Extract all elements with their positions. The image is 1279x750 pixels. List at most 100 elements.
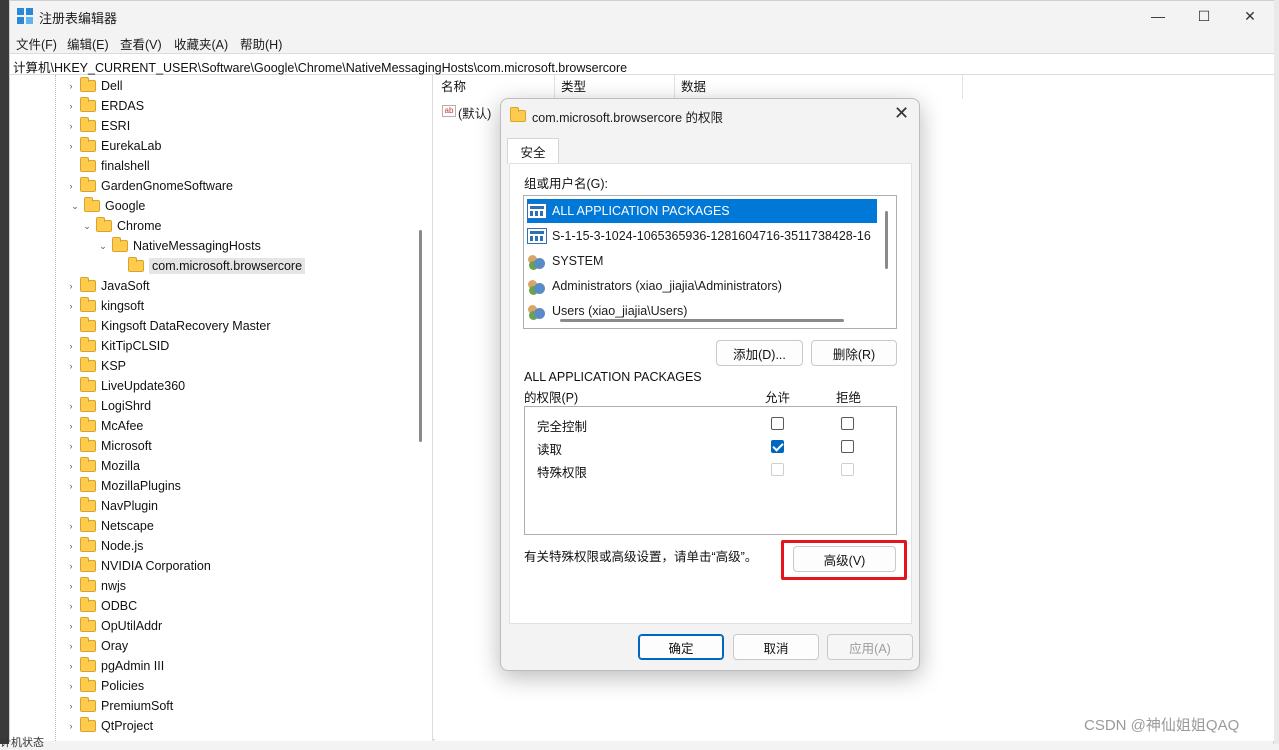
tree-node[interactable]: › kingsoft (66, 296, 144, 316)
tree-node[interactable]: › Mozilla (66, 456, 140, 476)
minimize-button[interactable]: — (1135, 1, 1181, 31)
chevron-right-icon[interactable]: › (66, 681, 76, 691)
user-group-icon (527, 253, 547, 269)
tree-node[interactable]: › GardenGnomeSoftware (66, 176, 233, 196)
chevron-right-icon[interactable]: › (66, 481, 76, 491)
column-header-data[interactable]: 数据 (675, 75, 963, 99)
cancel-button[interactable]: 取消 (733, 634, 819, 660)
deny-checkbox[interactable] (841, 440, 854, 453)
chevron-right-icon[interactable]: › (66, 121, 76, 131)
tree-node[interactable]: LiveUpdate360 (66, 376, 185, 396)
chevron-right-icon[interactable]: › (66, 701, 76, 711)
tree-node[interactable]: › Dell (66, 76, 123, 96)
menu-edit[interactable]: 编辑(E) (67, 34, 109, 53)
chevron-right-icon[interactable]: › (66, 541, 76, 551)
users-hscrollbar[interactable] (560, 319, 844, 322)
tree-node[interactable]: › Oray (66, 636, 128, 656)
allow-checkbox[interactable] (771, 417, 784, 430)
chevron-right-icon[interactable]: › (66, 361, 76, 371)
menu-file[interactable]: 文件(F) (16, 34, 57, 53)
folder-icon (96, 217, 112, 232)
tree-node[interactable]: › Netscape (66, 516, 154, 536)
tree-node[interactable]: › ODBC (66, 596, 137, 616)
chevron-right-icon[interactable]: › (66, 141, 76, 151)
chevron-right-icon[interactable]: › (66, 721, 76, 731)
menu-view[interactable]: 查看(V) (120, 34, 162, 53)
chevron-right-icon[interactable]: › (66, 661, 76, 671)
folder-icon (80, 677, 96, 692)
chevron-right-icon[interactable]: › (66, 441, 76, 451)
chevron-right-icon[interactable]: › (66, 521, 76, 531)
chevron-right-icon[interactable]: › (66, 461, 76, 471)
tree-node[interactable]: ⌄ Chrome (82, 216, 161, 236)
user-list-item[interactable]: S-1-15-3-1024-1065365936-1281604716-3511… (527, 224, 877, 248)
tree-node[interactable]: › ESRI (66, 116, 130, 136)
tree-node[interactable]: ⌄ NativeMessagingHosts (98, 236, 261, 256)
chevron-right-icon[interactable]: › (66, 581, 76, 591)
tab-security[interactable]: 安全 (507, 138, 559, 164)
chevron-right-icon[interactable]: › (66, 421, 76, 431)
users-listbox[interactable]: ALL APPLICATION PACKAGES S-1-15-3-1024-10… (523, 195, 897, 329)
maximize-button[interactable]: ☐ (1181, 1, 1227, 31)
chevron-down-icon[interactable]: ⌄ (70, 201, 80, 212)
tree-node[interactable]: Kingsoft DataRecovery Master (66, 316, 271, 336)
chevron-right-icon[interactable]: › (66, 281, 76, 291)
tree-node[interactable]: com.microsoft.browsercore (114, 256, 306, 276)
user-list-item[interactable]: SYSTEM (527, 249, 877, 273)
chevron-right-icon[interactable]: › (66, 101, 76, 111)
address-bar[interactable]: 计算机\HKEY_CURRENT_USER\Software\Google\Ch… (10, 53, 1274, 75)
apply-button[interactable]: 应用(A) (827, 634, 913, 660)
chevron-right-icon[interactable]: › (66, 401, 76, 411)
add-button[interactable]: 添加(D)... (716, 340, 803, 366)
chevron-right-icon[interactable]: › (66, 301, 76, 311)
tree-node[interactable]: › KSP (66, 356, 126, 376)
chevron-right-icon[interactable]: › (66, 561, 76, 571)
tree-node[interactable]: › Microsoft (66, 436, 152, 456)
close-button[interactable]: ✕ (1227, 1, 1273, 31)
value-row-name[interactable]: (默认) (458, 103, 491, 122)
users-vscrollbar[interactable] (885, 211, 888, 269)
chevron-right-icon[interactable]: › (66, 341, 76, 351)
tree-node[interactable]: › JavaSoft (66, 276, 150, 296)
tree-node[interactable]: › QtProject (66, 716, 153, 736)
chevron-down-icon[interactable]: ⌄ (98, 241, 108, 252)
dialog-close-icon[interactable]: ✕ (894, 103, 909, 124)
tree-node-label: finalshell (101, 159, 150, 173)
tree-scrollbar[interactable] (419, 230, 422, 442)
menu-help[interactable]: 帮助(H) (240, 34, 282, 53)
tree-node[interactable]: › Node.js (66, 536, 143, 556)
allow-checkbox[interactable] (771, 440, 784, 453)
tree-node[interactable]: ⌄ Google (70, 196, 145, 216)
ok-button[interactable]: 确定 (638, 634, 724, 660)
tree-node[interactable]: › OpUtilAddr (66, 616, 162, 636)
tree-node[interactable]: › PremiumSoft (66, 696, 173, 716)
tree-node[interactable]: › nwjs (66, 576, 126, 596)
user-list-item[interactable]: Administrators (xiao_jiajia\Administrato… (527, 274, 877, 298)
column-header-type[interactable]: 类型 (555, 75, 675, 99)
tree-node[interactable]: › pgAdmin III (66, 656, 164, 676)
tree-node[interactable]: › EurekaLab (66, 136, 161, 156)
tree-node[interactable]: › NVIDIA Corporation (66, 556, 211, 576)
menu-favorites[interactable]: 收藏夹(A) (174, 34, 228, 53)
tree-node[interactable]: › McAfee (66, 416, 143, 436)
key-tree-pane[interactable]: › Dell › ERDAS › ESRI › EurekaLab finalshell › Gar… (10, 75, 433, 741)
tree-node[interactable]: › LogiShrd (66, 396, 151, 416)
permission-name: 完全控制 (537, 420, 588, 434)
chevron-right-icon[interactable]: › (66, 601, 76, 611)
deny-checkbox[interactable] (841, 417, 854, 430)
tree-node[interactable]: NavPlugin (66, 496, 158, 516)
tree-node[interactable]: › KitTipCLSID (66, 336, 169, 356)
column-header-name[interactable]: 名称 (435, 75, 555, 99)
tree-node[interactable]: finalshell (66, 156, 150, 176)
tree-node[interactable]: › Policies (66, 676, 144, 696)
chevron-right-icon[interactable]: › (66, 181, 76, 191)
user-list-item[interactable]: ALL APPLICATION PACKAGES (527, 199, 877, 223)
chevron-down-icon[interactable]: ⌄ (82, 221, 92, 232)
chevron-right-icon[interactable]: › (66, 621, 76, 631)
chevron-right-icon[interactable]: › (66, 81, 76, 91)
tree-node[interactable]: › ERDAS (66, 96, 144, 116)
chevron-right-icon[interactable]: › (66, 641, 76, 651)
tree-node[interactable]: › MozillaPlugins (66, 476, 181, 496)
folder-icon (80, 297, 96, 312)
remove-button[interactable]: 删除(R) (811, 340, 897, 366)
